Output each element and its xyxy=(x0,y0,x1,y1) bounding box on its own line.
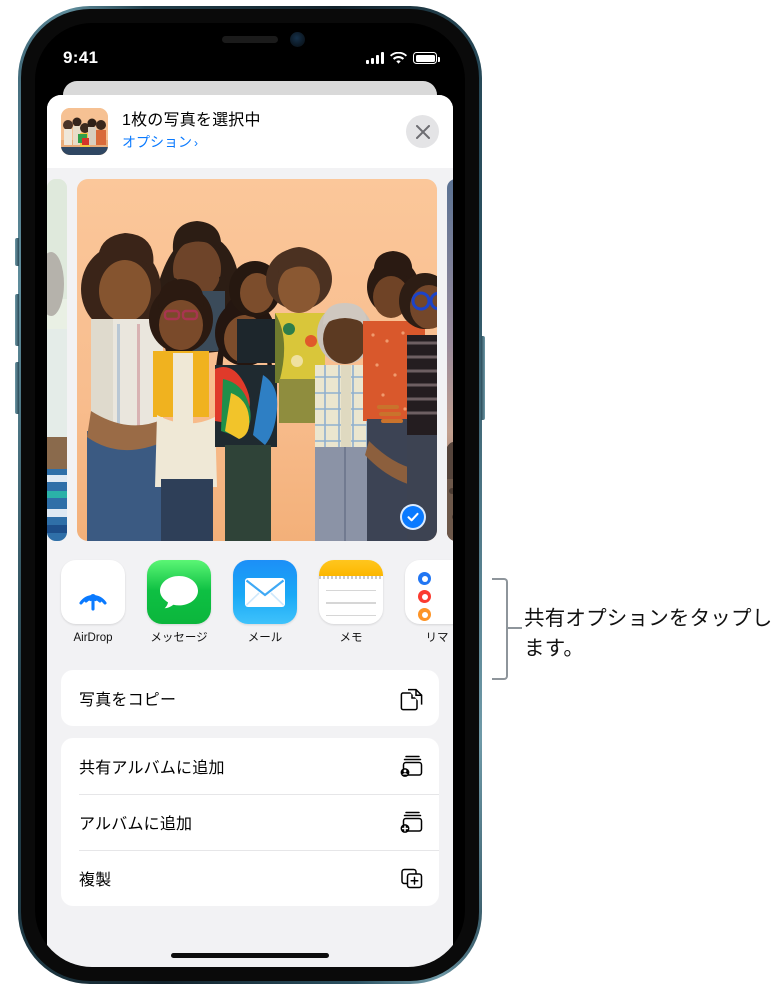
share-target-mail[interactable]: メール xyxy=(233,560,297,645)
action-row-duplicate[interactable]: 複製 xyxy=(61,850,439,906)
photo-thumbnail xyxy=(61,108,108,155)
close-button[interactable] xyxy=(406,115,439,148)
share-target-notes[interactable]: メモ xyxy=(319,560,383,645)
status-bar-indicators xyxy=(366,51,440,65)
action-row-copy-photo[interactable]: 写真をコピー xyxy=(61,670,439,726)
silent-switch[interactable] xyxy=(15,238,19,266)
chevron-right-icon: › xyxy=(194,135,198,150)
battery-icon xyxy=(413,52,440,64)
volume-up-button[interactable] xyxy=(15,294,19,346)
power-button[interactable] xyxy=(481,336,485,420)
status-bar: 9:41 xyxy=(35,45,465,71)
share-target-airdrop[interactable]: AirDrop xyxy=(61,560,125,645)
messages-icon xyxy=(147,560,211,624)
callout-label: 共有オプションをタップします。 xyxy=(524,607,773,660)
share-target-reminders[interactable]: リマ xyxy=(405,560,453,645)
callout-pointer xyxy=(508,627,522,630)
mail-icon xyxy=(233,560,297,624)
screenshot-root: 9:41 1枚の写真を選択中 オプション › AirDrop メッセージ メール… xyxy=(0,0,782,990)
options-link[interactable]: オプション › xyxy=(122,133,406,153)
page-title: 1枚の写真を選択中 xyxy=(122,111,261,129)
callout-bracket xyxy=(492,578,508,680)
status-bar-time: 9:41 xyxy=(63,48,99,67)
share-sheet: 1枚の写真を選択中 オプション › AirDrop メッセージ メール メモ リ… xyxy=(47,95,453,967)
action-group-albums: 共有アルバムに追加 アルバムに追加 複製 xyxy=(61,738,439,906)
share-sheet-header-text: 1枚の写真を選択中 オプション › xyxy=(122,111,406,153)
phone-screen: 9:41 1枚の写真を選択中 オプション › AirDrop メッセージ メール… xyxy=(35,23,465,967)
action-row-add-to-album[interactable]: アルバムに追加 xyxy=(61,794,439,850)
options-link-label: オプション xyxy=(122,133,192,150)
volume-down-button[interactable] xyxy=(15,362,19,414)
close-icon xyxy=(415,124,430,139)
selected-photo[interactable] xyxy=(77,179,437,541)
share-target-label: メモ xyxy=(339,632,363,644)
action-label: 複製 xyxy=(79,872,112,889)
action-label: アルバムに追加 xyxy=(79,816,193,833)
action-list: 写真をコピー 共有アルバムに追加 アルバムに追加 複製 xyxy=(47,660,453,906)
wifi-icon xyxy=(390,51,407,64)
share-sheet-header: 1枚の写真を選択中 オプション › xyxy=(47,95,453,168)
status-badge xyxy=(400,504,426,530)
share-target-label: メール xyxy=(247,632,283,644)
add-to-shared-album-icon xyxy=(399,753,425,779)
action-label: 写真をコピー xyxy=(79,692,177,709)
home-indicator[interactable] xyxy=(171,953,329,958)
action-row-add-to-shared-album[interactable]: 共有アルバムに追加 xyxy=(61,738,439,794)
checkmark-circle-icon xyxy=(407,512,419,522)
add-to-album-icon xyxy=(399,809,425,835)
share-target-label: リマ xyxy=(425,632,449,644)
earpiece-speaker-icon xyxy=(222,36,278,43)
photo-carousel[interactable] xyxy=(47,168,453,552)
copy-photo-icon xyxy=(399,685,425,711)
list-item[interactable] xyxy=(47,179,67,541)
share-target-label: AirDrop xyxy=(73,632,113,644)
duplicate-icon xyxy=(399,865,425,891)
action-group-copy: 写真をコピー xyxy=(61,670,439,726)
list-item[interactable] xyxy=(447,179,453,541)
share-targets-row[interactable]: AirDrop メッセージ メール メモ リマ xyxy=(47,552,453,660)
notes-icon xyxy=(319,560,383,624)
phone-bezel: 9:41 1枚の写真を選択中 オプション › AirDrop メッセージ メール… xyxy=(21,9,479,981)
action-label: 共有アルバムに追加 xyxy=(79,760,225,777)
reminders-icon xyxy=(405,560,453,624)
signal-bars-icon xyxy=(366,52,384,64)
share-target-label: メッセージ xyxy=(150,632,208,644)
share-target-messages[interactable]: メッセージ xyxy=(147,560,211,645)
airdrop-icon xyxy=(61,560,125,624)
phone-frame: 9:41 1枚の写真を選択中 オプション › AirDrop メッセージ メール… xyxy=(15,6,485,984)
